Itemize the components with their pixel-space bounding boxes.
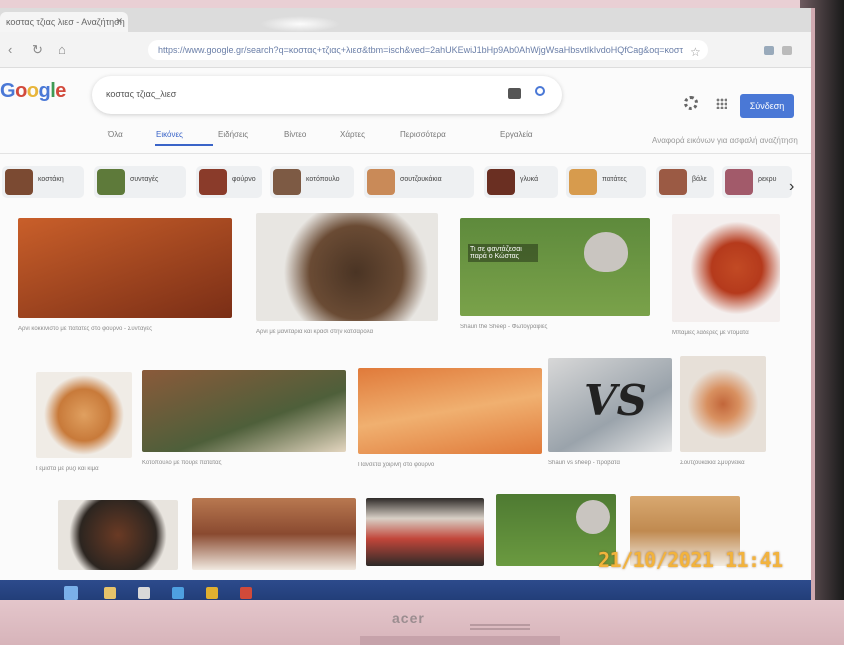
image-caption[interactable]: Αρνί με μανιτάρια και κρασί στην κατσαρό… [256, 329, 438, 335]
related-chip[interactable]: γλυκά [484, 166, 558, 198]
filter-tab[interactable]: Εικόνες [156, 130, 183, 139]
filter-tab[interactable]: Περισσότερα [400, 130, 446, 139]
chip-thumbnail [97, 169, 125, 195]
safesearch-link[interactable]: Αναφορά εικόνων για ασφαλή αναζήτηση [652, 136, 798, 145]
related-chips: κοστάκη συνταγές φούρνο κοτόπουλο σουτζουκάκ… [0, 158, 811, 202]
photo-frame: κοστας τζιας λιεσ - Αναζήτηση ✕ ‹ ↻ ⌂ ht… [0, 0, 844, 645]
image-caption[interactable]: Αρνί κοκκινιστό με πατάτες στο φούρνο - … [18, 326, 232, 332]
chip-label: πατάτες [602, 176, 627, 183]
filter-tab[interactable]: Χάρτες [340, 130, 365, 139]
close-icon[interactable]: ✕ [115, 16, 123, 27]
address-bar: ‹ ↻ ⌂ https://www.google.gr/search?q=κοσ… [0, 32, 811, 68]
app-icon[interactable] [240, 587, 252, 599]
folder-icon[interactable] [104, 587, 116, 599]
chip-thumbnail [367, 169, 395, 195]
home-icon[interactable]: ⌂ [58, 42, 66, 57]
image-result[interactable] [680, 356, 766, 452]
related-chip[interactable]: κοτόπουλο [270, 166, 354, 198]
image-result[interactable] [18, 218, 232, 318]
camera-icon[interactable] [508, 88, 521, 99]
monitor-stand [360, 636, 560, 645]
chip-label: ρεκρυ [758, 176, 777, 183]
image-caption[interactable]: Σουτζουκάκια Σμυρνέικα [680, 460, 766, 466]
filter-tab[interactable]: Ειδήσεις [218, 130, 248, 139]
active-filter-indicator [155, 144, 213, 146]
related-chip[interactable]: ρεκρυ [722, 166, 792, 198]
image-result[interactable] [672, 214, 780, 322]
image-overlay-text: Τι σε φαντάζεσαι παρά ο Κώστας [468, 244, 538, 262]
monitor-vent [470, 624, 530, 630]
chip-thumbnail [725, 169, 753, 195]
url-field[interactable]: https://www.google.gr/search?q=κοστας+τζ… [148, 40, 708, 60]
search-input[interactable]: κοστας τζιας_λιεσ [106, 89, 176, 99]
chip-thumbnail [659, 169, 687, 195]
app-icon[interactable] [138, 587, 150, 599]
browser-screen: κοστας τζιας λιεσ - Αναζήτηση ✕ ‹ ↻ ⌂ ht… [0, 8, 815, 606]
related-chip[interactable]: φούρνο [196, 166, 262, 198]
refresh-icon[interactable]: ↻ [32, 42, 43, 58]
image-result[interactable] [142, 370, 346, 452]
image-result[interactable]: Τι σε φαντάζεσαι παρά ο Κώστας [460, 218, 650, 316]
chip-label: κοτόπουλο [306, 176, 340, 183]
tab-title: κοστας τζιας λιεσ - Αναζήτηση [6, 17, 125, 27]
screen-glare [260, 16, 340, 32]
sheep-figure [584, 232, 628, 272]
image-caption[interactable]: Κοτόπουλο με πουρέ πατάτας [142, 460, 346, 466]
chip-thumbnail [569, 169, 597, 195]
chip-thumbnail [199, 169, 227, 195]
google-logo[interactable]: Google [0, 80, 66, 103]
image-result[interactable] [256, 213, 438, 321]
image-result[interactable]: VS [548, 358, 672, 452]
chevron-right-icon[interactable]: › [789, 178, 794, 196]
chip-label: βάλε [692, 176, 707, 183]
filter-tab[interactable]: Εργαλεία [500, 130, 532, 139]
apps-icon[interactable] [716, 98, 727, 109]
chip-label: κοστάκη [38, 176, 64, 183]
filter-tab[interactable]: Όλα [108, 130, 123, 139]
related-chip[interactable]: βάλε [656, 166, 714, 198]
image-caption[interactable]: Γεμιστά με ρύζι και κιμά [36, 466, 132, 472]
search-box[interactable]: κοστας τζιας_λιεσ [92, 76, 562, 114]
extension-icon[interactable] [782, 46, 792, 55]
chip-label: συνταγές [130, 176, 159, 183]
chip-label: γλυκά [520, 176, 539, 183]
chip-thumbnail [5, 169, 33, 195]
related-chip[interactable]: συνταγές [94, 166, 186, 198]
back-icon[interactable]: ‹ [8, 42, 12, 57]
related-chip[interactable]: πατάτες [566, 166, 646, 198]
chip-thumbnail [487, 169, 515, 195]
image-caption[interactable]: Πανσέτα χοιρινή στο φούρνο [358, 462, 542, 468]
vs-text: VS [584, 376, 647, 425]
browser-icon[interactable] [206, 587, 218, 599]
search-icon[interactable] [535, 86, 545, 96]
image-result[interactable] [58, 500, 178, 570]
app-icon[interactable] [172, 587, 184, 599]
tab-bar: κοστας τζιας λιεσ - Αναζήτηση ✕ [0, 8, 811, 32]
image-caption[interactable]: Shaun vs sheep - πρόβατα [548, 460, 672, 466]
image-result[interactable] [366, 498, 484, 566]
related-chip[interactable]: κοστάκη [2, 166, 84, 198]
chip-label: φούρνο [232, 176, 256, 183]
image-result[interactable] [358, 368, 542, 454]
image-caption[interactable]: Shaun the Sheep - Φωτογραφίες [460, 324, 650, 330]
start-icon[interactable] [64, 586, 78, 600]
photo-timestamp: 21/10/2021 11:41 [598, 548, 783, 572]
signin-button[interactable]: Σύνδεση [740, 94, 794, 118]
divider [0, 153, 811, 154]
image-result[interactable] [192, 498, 356, 570]
sheep-figure [576, 500, 610, 534]
related-chip[interactable]: σουτζουκάκια [364, 166, 474, 198]
star-icon[interactable]: ☆ [690, 45, 701, 59]
image-result[interactable] [36, 372, 132, 458]
chip-thumbnail [273, 169, 301, 195]
image-caption[interactable]: Μπάμιες λαδερές με ντομάτα [672, 330, 780, 336]
gear-icon[interactable] [684, 96, 698, 110]
brand-logo: acer [392, 610, 425, 626]
chip-label: σουτζουκάκια [400, 176, 442, 183]
extension-icon[interactable] [764, 46, 774, 55]
browser-tab[interactable]: κοστας τζιας λιεσ - Αναζήτηση ✕ [0, 12, 128, 32]
filter-tab[interactable]: Βίντεο [284, 130, 306, 139]
